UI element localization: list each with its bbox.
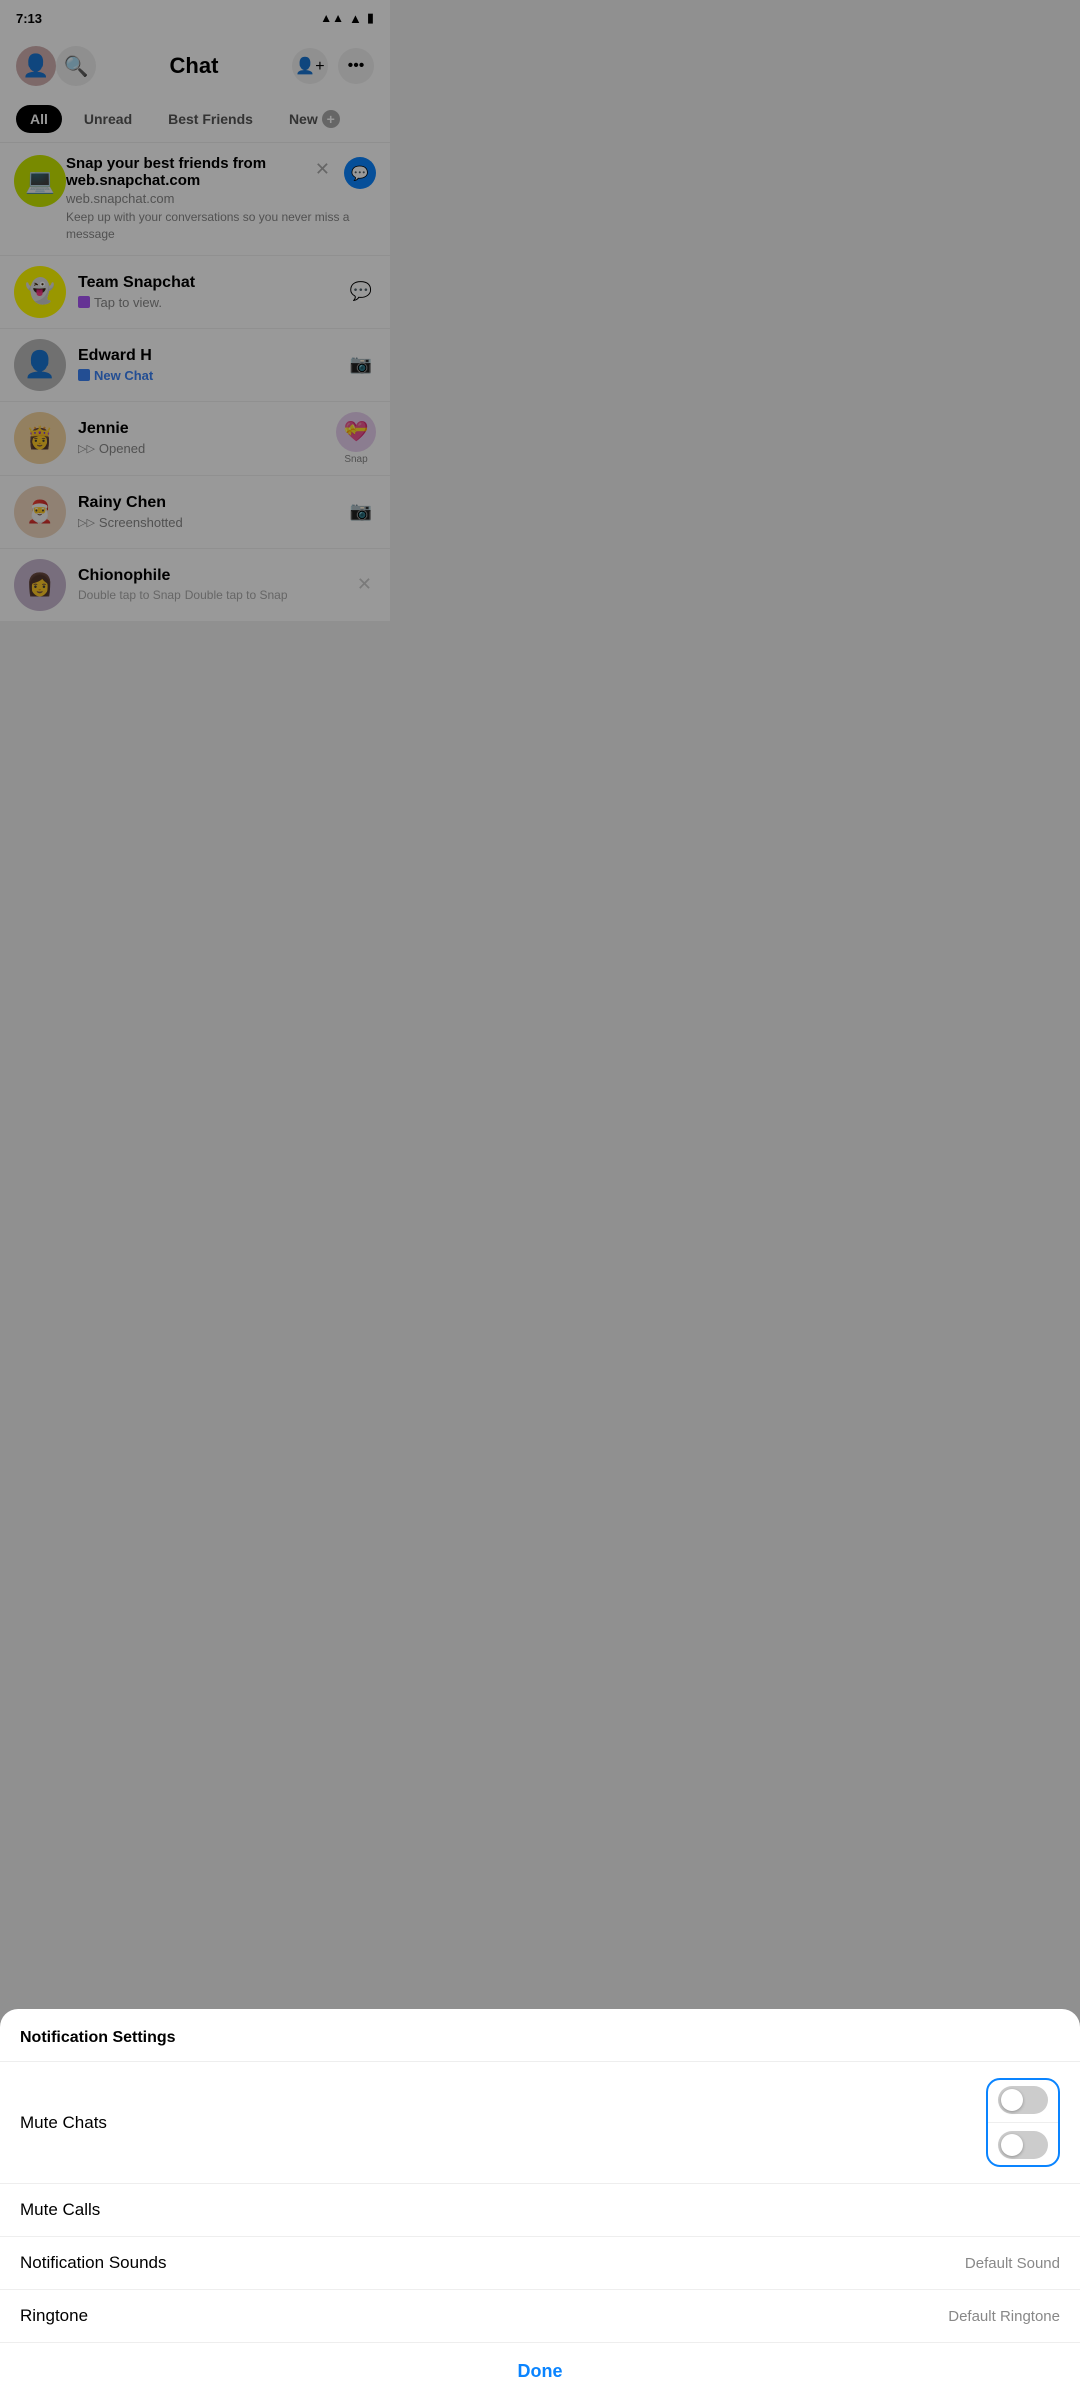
done-button2[interactable]: Done [0,2342,1080,2400]
mute-calls-row[interactable]: Mute Calls [0,2183,1080,2236]
notification-sounds-label2: Notification Sounds [20,2253,166,2273]
ringtone-row[interactable]: Ringtone Default Ringtone [0,2289,1080,2342]
mute-calls-label3: Mute Calls [20,2200,100,2220]
ringtone-val: Default Ringtone [948,2308,1060,2325]
mute-chats-row[interactable]: Mute Chats [0,2061,1080,2183]
notification-sounds-val: Default Sound [965,2255,1060,2272]
mute-chats-toggle2[interactable] [998,2086,1048,2114]
mute-chats-knob [1001,2089,1023,2111]
mute-calls-slider2 [998,2131,1048,2159]
mute-chats-label2: Mute Chats [20,2113,107,2133]
toggles-group [986,2078,1060,2167]
mute-calls-knob [1001,2134,1023,2156]
ringtone-label2: Ringtone [20,2306,88,2326]
sheet-title-text: Notification Settings [0,2009,1080,2061]
notification-sounds-row[interactable]: Notification Sounds Default Sound [0,2236,1080,2289]
mute-calls-toggle2[interactable] [998,2131,1048,2159]
mute-chats-slider2 [998,2086,1048,2114]
toggle-divider [988,2122,1058,2123]
notification-settings-sheet: Notification Settings Mute Chats Mute Ca… [0,2009,1080,2400]
